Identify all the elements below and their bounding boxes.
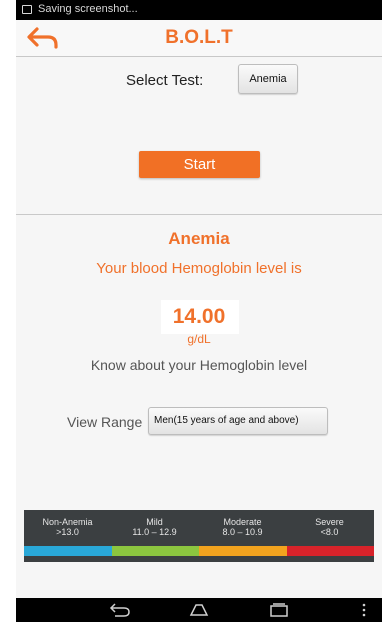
result-title: Anemia xyxy=(168,229,230,248)
nav-home-icon[interactable] xyxy=(188,603,210,617)
legend-bar-severe xyxy=(286,546,374,556)
view-range-label: View Range xyxy=(67,414,143,430)
result-subtitle: Your blood Hemoglobin level is xyxy=(96,260,302,277)
legend-item-severe: Severe <8.0 xyxy=(286,517,373,537)
legend-range: <8.0 xyxy=(320,527,339,537)
hemoglobin-value: 14.00 xyxy=(172,305,226,328)
nav-menu-icon[interactable] xyxy=(361,602,367,618)
navigation-bar xyxy=(16,598,382,622)
screenshot-icon xyxy=(22,5,32,14)
legend-bar-non-anemia xyxy=(24,546,112,556)
start-button[interactable]: Start xyxy=(139,151,260,178)
app-screen: Saving screenshot... B.O.L.T Select Test… xyxy=(16,0,382,622)
legend-bar-moderate xyxy=(199,546,287,556)
know-about-link[interactable]: Know about your Hemoglobin level xyxy=(16,357,382,373)
section-divider xyxy=(16,214,382,215)
app-bar: B.O.L.T xyxy=(16,20,382,57)
legend-range: 8.0 – 10.9 xyxy=(222,527,263,537)
select-test-label: Select Test: xyxy=(126,72,204,89)
legend-item-mild: Mild 11.0 – 12.9 xyxy=(111,517,198,537)
nav-back-icon[interactable] xyxy=(109,602,131,618)
test-dropdown[interactable]: Anemia xyxy=(238,64,298,94)
app-title: B.O.L.T xyxy=(165,27,233,48)
range-dropdown[interactable]: Men(15 years of age and above) xyxy=(148,407,328,435)
nav-recent-apps-icon[interactable] xyxy=(268,602,290,618)
legend-item-non-anemia: Non-Anemia >13.0 xyxy=(24,517,111,537)
severity-legend: Non-Anemia >13.0 Mild 11.0 – 12.9 Modera… xyxy=(24,510,374,562)
device-frame-left xyxy=(0,0,16,622)
legend-bar-mild xyxy=(111,546,199,556)
legend-name: Severe xyxy=(315,517,344,527)
legend-name: Non-Anemia xyxy=(42,517,93,527)
legend-item-moderate: Moderate 8.0 – 10.9 xyxy=(199,517,286,537)
status-notification: Saving screenshot... xyxy=(38,3,138,15)
hemoglobin-unit: g/dL xyxy=(187,332,211,346)
legend-name: Mild xyxy=(146,517,163,527)
legend-range: >13.0 xyxy=(56,527,79,537)
legend-name: Moderate xyxy=(223,517,262,527)
status-bar: Saving screenshot... xyxy=(16,0,382,20)
legend-range: 11.0 – 12.9 xyxy=(132,527,177,537)
